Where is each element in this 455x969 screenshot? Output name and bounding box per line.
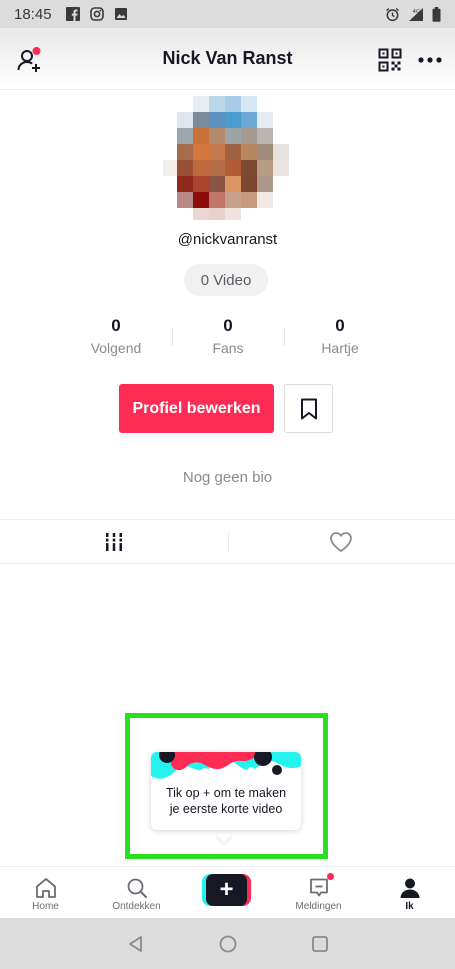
profile-stats: 0 Volgend 0 Fans 0 Hartje xyxy=(60,316,396,360)
home-icon xyxy=(35,878,56,898)
profile-icon xyxy=(400,878,419,898)
status-bar: 18:45 4G xyxy=(0,0,455,28)
home-circle-icon[interactable] xyxy=(219,935,237,953)
alarm-icon xyxy=(386,7,399,21)
search-icon xyxy=(127,878,147,898)
profile-bio: Nog geen bio xyxy=(182,469,273,486)
tooltip-line-2: je eerste korte video xyxy=(169,802,283,816)
page-title: Nick Van Ranst xyxy=(162,48,293,68)
profile-tabs xyxy=(0,519,455,564)
create-video-tooltip[interactable]: Tik op + om te maken je eerste korte vid… xyxy=(151,752,301,830)
avatar[interactable] xyxy=(163,96,293,220)
signal-4g-icon: 4G xyxy=(409,7,423,21)
video-count-pill[interactable]: 0 Video xyxy=(184,264,268,296)
back-icon[interactable] xyxy=(127,935,145,953)
favorites-button[interactable] xyxy=(284,384,333,433)
status-right: 4G xyxy=(385,6,441,22)
nav-inbox[interactable]: Meldingen xyxy=(273,867,364,918)
profile-handle: @nickvanranst xyxy=(177,231,278,248)
nav-label: Home xyxy=(32,901,59,912)
heart-icon xyxy=(330,531,353,552)
stat-following[interactable]: 0 Volgend xyxy=(60,316,172,360)
qr-code-icon[interactable] xyxy=(378,48,402,72)
recents-icon[interactable] xyxy=(311,935,329,953)
profile-header: Nick Van Ranst xyxy=(0,28,455,90)
svg-text:4G: 4G xyxy=(413,9,421,15)
tab-videos[interactable] xyxy=(0,520,228,563)
nav-profile[interactable]: Ik xyxy=(364,867,455,918)
add-friend-icon[interactable] xyxy=(16,46,44,74)
bookmark-icon xyxy=(300,398,317,419)
stat-value: 0 xyxy=(335,316,345,335)
notification-badge xyxy=(327,873,334,880)
status-time: 18:45 xyxy=(14,5,52,23)
nav-label: Ik xyxy=(405,901,414,912)
tooltip-decoration xyxy=(151,752,301,779)
tab-liked[interactable] xyxy=(227,520,455,563)
tooltip-line-1: Tik op + om te maken xyxy=(165,786,287,800)
stat-fans[interactable]: 0 Fans xyxy=(172,316,284,360)
edit-profile-button[interactable]: Profiel bewerken xyxy=(119,384,274,433)
battery-icon xyxy=(432,6,441,22)
instagram-icon xyxy=(89,7,104,21)
more-icon[interactable] xyxy=(418,56,442,64)
nav-label: Meldingen xyxy=(295,901,342,912)
stat-label: Volgend xyxy=(90,340,142,356)
grid-icon xyxy=(103,532,124,551)
stat-value: 0 xyxy=(111,316,121,335)
nav-label: Ontdekken xyxy=(112,901,161,912)
stat-label: Fans xyxy=(212,340,244,356)
plus-icon: + xyxy=(206,874,247,906)
create-video-button[interactable]: + xyxy=(202,874,251,906)
stat-likes[interactable]: 0 Hartje xyxy=(284,316,396,360)
stat-value: 0 xyxy=(223,316,233,335)
inbox-icon xyxy=(309,878,328,897)
android-nav-bar xyxy=(0,918,455,969)
nav-home[interactable]: Home xyxy=(0,867,91,918)
tooltip-text: Tik op + om te maken je eerste korte vid… xyxy=(151,785,301,817)
stat-label: Hartje xyxy=(321,340,359,356)
image-icon xyxy=(114,8,127,20)
nav-discover[interactable]: Ontdekken xyxy=(91,867,182,918)
facebook-icon xyxy=(65,7,80,21)
